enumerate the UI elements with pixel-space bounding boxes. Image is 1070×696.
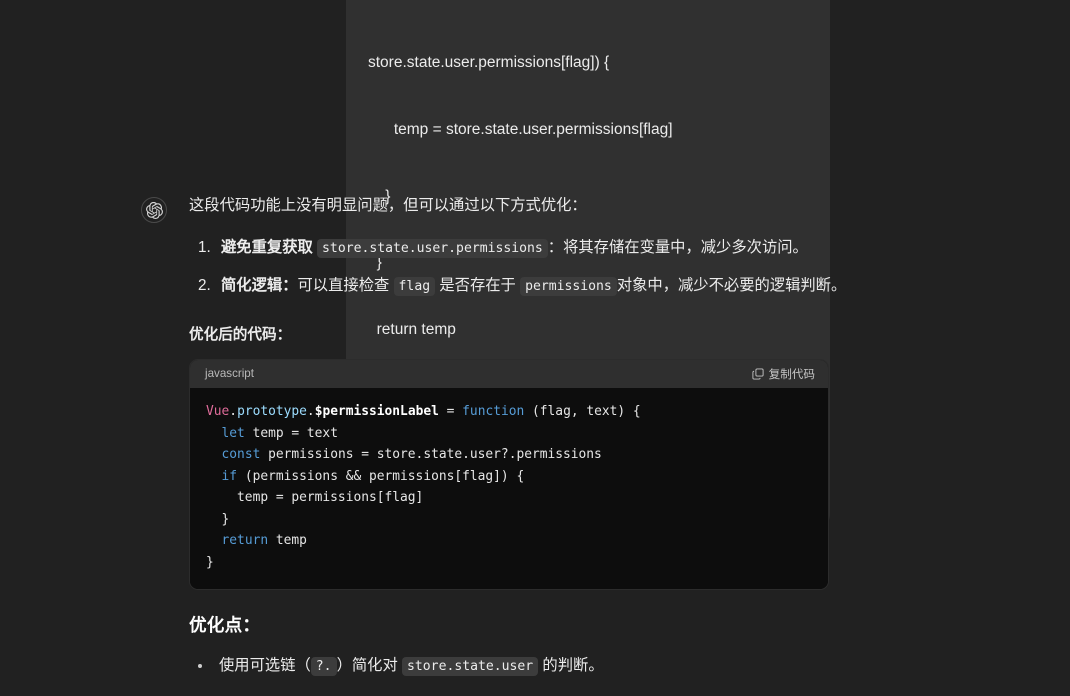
code-token: $permissionLabel — [314, 404, 439, 419]
code-token: (flag, text) { — [524, 404, 641, 419]
inline-code: ?. — [310, 657, 337, 676]
section-title: 优化点： — [189, 615, 261, 635]
assistant-body: 这段代码功能上没有明显问题，但可以通过以下方式优化： 避免重复获取 store.… — [189, 193, 889, 696]
code-token: . — [229, 404, 238, 419]
copy-code-label: 复制代码 — [768, 368, 815, 381]
item-bold-label: 避免重复获取 — [221, 239, 313, 256]
code-token: permissions = store.state.user?.permissi… — [260, 447, 602, 462]
code-block-label: 优化后的代码： — [189, 327, 292, 343]
assistant-message: 这段代码功能上没有明显问题，但可以通过以下方式优化： 避免重复获取 store.… — [0, 193, 1070, 696]
code-line: temp = permissions[flag] — [206, 487, 812, 509]
bullet-lead-text: 使用可选链（ — [219, 657, 311, 674]
user-code-line: temp = store.state.user.permissions[flag… — [368, 121, 673, 139]
copy-code-button[interactable]: 复制代码 — [752, 366, 815, 382]
code-token: Vue — [206, 404, 230, 419]
bullet-tail-text: 的判断。 — [542, 657, 604, 674]
code-block-content: Vue.prototype.$permissionLabel = functio… — [190, 388, 828, 589]
user-code-line: store.state.user.permissions[flag]) { — [368, 54, 610, 72]
code-token: if — [221, 468, 238, 484]
code-token: (permissions && permissions[flag]) { — [237, 468, 525, 484]
code-line: let temp = text — [206, 423, 812, 445]
bullet-mid-text: ）简化对 — [336, 657, 398, 674]
code-token: temp = permissions[flag] — [206, 490, 424, 505]
code-block: javascript 复制代码 Vue.prototype.$permissio… — [189, 359, 829, 590]
item-mid-text: 可以直接检查 — [297, 277, 390, 294]
code-language-label: javascript — [205, 367, 254, 380]
code-token: function — [462, 404, 525, 419]
list-item: 使用可选链（?.）简化对 store.state.user 的判断。 — [213, 652, 889, 680]
code-token: let — [221, 425, 245, 441]
code-token: return — [221, 533, 269, 548]
code-line: Vue.prototype.$permissionLabel = functio… — [206, 401, 812, 423]
code-token: temp = text — [244, 425, 338, 441]
copy-icon — [752, 368, 764, 380]
code-token: . — [306, 404, 315, 419]
item-tail-text: 对象中，减少不必要的逻辑判断。 — [616, 277, 847, 294]
code-token: = — [438, 404, 463, 419]
inline-code: flag — [393, 277, 436, 296]
code-token: temp — [268, 533, 307, 548]
code-line: return temp — [206, 530, 812, 552]
item-tail-text: ：将其存储在变量中，减少多次访问。 — [547, 239, 808, 256]
optimization-bullet-list: 使用可选链（?.）简化对 store.state.user 的判断。 直接访问 … — [189, 652, 889, 696]
item-bold-label: 简化逻辑： — [221, 277, 298, 294]
chat-page: store.state.user.permissions[flag]) { te… — [0, 0, 1070, 696]
code-line: const permissions = store.state.user?.pe… — [206, 444, 812, 466]
code-token: } — [206, 511, 230, 527]
code-token: prototype — [237, 404, 307, 419]
openai-logo-icon — [141, 197, 167, 223]
optimization-numbered-list: 避免重复获取 store.state.user.permissions：将其存储… — [189, 235, 889, 300]
inline-code: store.state.user — [402, 657, 539, 676]
inline-code: store.state.user.permissions — [317, 239, 548, 258]
inline-code: permissions — [520, 277, 617, 296]
item-mid-text: 是否存在于 — [439, 277, 516, 294]
code-token: } — [206, 554, 214, 570]
list-item: 避免重复获取 store.state.user.permissions：将其存储… — [215, 235, 889, 262]
code-block-header: javascript 复制代码 — [190, 360, 828, 388]
code-line: } — [206, 509, 812, 531]
code-token: const — [221, 447, 261, 462]
code-line: if (permissions && permissions[flag]) { — [206, 466, 812, 488]
list-item: 简化逻辑：可以直接检查 flag 是否存在于 permissions对象中，减少… — [215, 273, 889, 300]
code-line: } — [206, 552, 812, 574]
assistant-intro-text: 这段代码功能上没有明显问题，但可以通过以下方式优化： — [189, 197, 587, 214]
